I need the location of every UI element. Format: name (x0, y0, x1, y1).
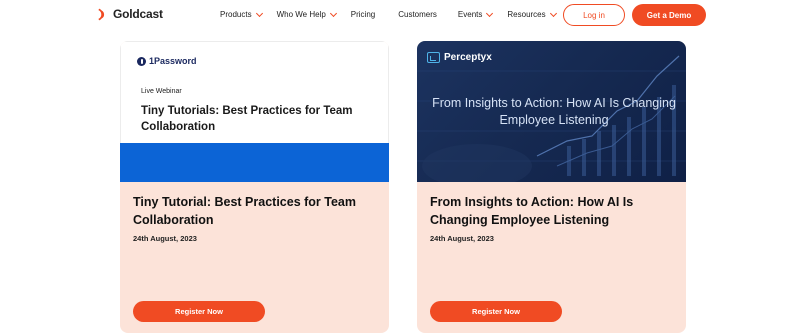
perceptyx-logo: Perceptyx (427, 52, 492, 63)
menu-item-label: Events (457, 10, 483, 19)
menu-item-products[interactable]: Products (220, 9, 263, 19)
thumbnail-blue-band (120, 143, 389, 182)
thumbnail-kicker: Live Webinar (141, 88, 182, 95)
onepassword-logo: 1Password (137, 56, 197, 66)
card-body: From Insights to Action: How AI Is Chang… (430, 193, 675, 243)
register-now-button[interactable]: Register Now (430, 301, 562, 322)
menu-item-label: Pricing (350, 10, 376, 19)
menu-item-who-we-help[interactable]: Who We Help (276, 9, 337, 19)
menu-item-events[interactable]: Events (457, 9, 494, 19)
get-demo-button[interactable]: Get a Demo (632, 4, 706, 26)
onepassword-icon (137, 56, 146, 66)
event-title[interactable]: From Insights to Action: How AI Is Chang… (430, 193, 675, 229)
main-menu: Products Who We Help Pricing Customers E… (220, 9, 557, 19)
menu-item-label: Resources (507, 10, 546, 19)
chevron-down-icon (486, 9, 494, 17)
event-thumbnail[interactable]: Perceptyx From Insights to Action: How A… (417, 41, 686, 182)
menu-item-pricing[interactable]: Pricing (351, 10, 375, 19)
event-date: 24th August, 2023 (133, 234, 197, 243)
top-nav: Goldcast Products Who We Help Pricing Cu… (0, 0, 800, 30)
event-card[interactable]: Perceptyx From Insights to Action: How A… (417, 41, 686, 333)
menu-item-label: Products (220, 10, 252, 19)
menu-item-resources[interactable]: Resources (507, 9, 557, 19)
brand-name: Goldcast (113, 7, 163, 21)
menu-item-label: Who We Help (276, 10, 326, 19)
perceptyx-icon (427, 52, 440, 63)
event-title[interactable]: Tiny Tutorial: Best Practices for Team C… (133, 193, 378, 229)
menu-item-label: Customers (398, 10, 437, 19)
event-thumbnail[interactable]: 1Password Live Webinar Tiny Tutorials: B… (120, 41, 389, 182)
thumbnail-title: Tiny Tutorials: Best Practices for Team … (141, 105, 353, 133)
chevron-down-icon (549, 9, 557, 17)
goldcast-logo[interactable]: Goldcast (96, 7, 163, 21)
thumbnail-title: From Insights to Action: How AI Is Chang… (432, 96, 676, 127)
card-body: Tiny Tutorial: Best Practices for Team C… (133, 193, 378, 243)
event-date: 24th August, 2023 (430, 234, 494, 243)
sponsor-logo-text: Perceptyx (444, 52, 492, 63)
menu-item-customers[interactable]: Customers (398, 10, 437, 19)
chevron-down-icon (255, 9, 263, 17)
chevron-down-icon (329, 9, 337, 17)
login-button[interactable]: Log in (563, 4, 625, 26)
register-now-button[interactable]: Register Now (133, 301, 265, 322)
sponsor-logo-text: 1Password (149, 56, 197, 66)
event-card[interactable]: 1Password Live Webinar Tiny Tutorials: B… (120, 41, 389, 333)
goldcast-logo-icon (98, 8, 105, 20)
